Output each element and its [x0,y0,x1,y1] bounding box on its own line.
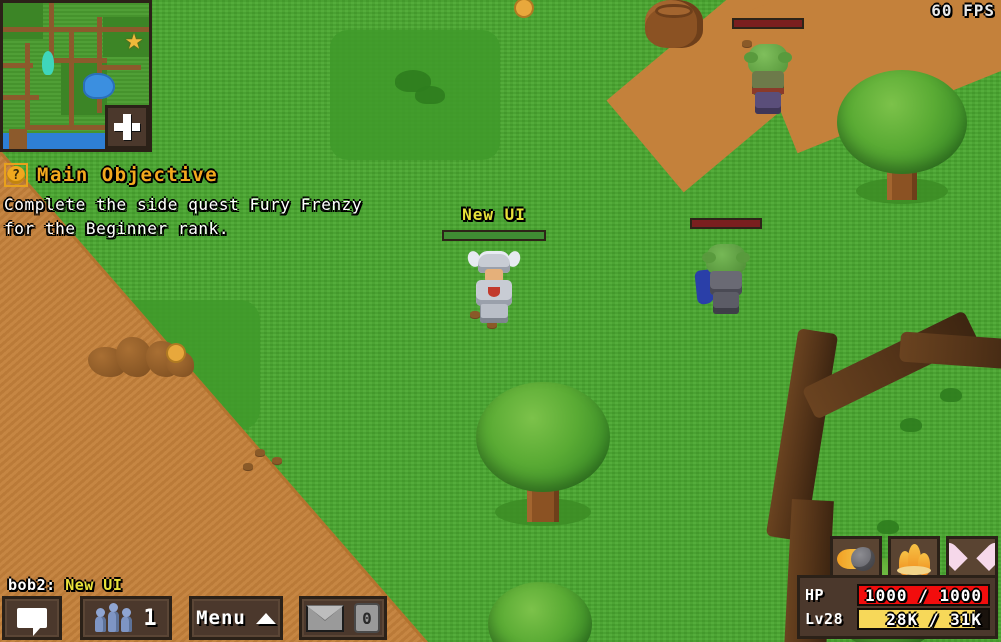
chevron-up-icon [255,612,276,624]
question-mark-icon: ? [4,163,28,187]
game-viewport[interactable]: New UI 60 FPS ? Main Objective Complete … [0,0,1001,642]
minimap-expand-button[interactable] [105,105,149,149]
armor-legs [480,304,508,323]
party-button[interactable]: 1 [80,596,172,640]
tree [485,582,595,642]
enemy-orc-brute[interactable] [732,18,804,134]
party-icon [95,603,133,632]
level-label: Lv28 [805,610,844,628]
enemy-health-fill [734,20,802,27]
pebble [243,463,253,470]
xp-value: 28K / 31K [886,609,982,629]
quest-tracker[interactable]: ? Main Objective Complete the side quest… [4,163,374,241]
menu-button[interactable]: Menu [189,596,283,640]
mail-count-badge: 0 [354,603,380,633]
xp-bar: 28K / 31K [857,608,990,630]
player-health-fill [444,232,544,239]
hp-bar: 1000 / 1000 [857,584,990,606]
orc-ear-left [702,252,716,263]
menu-button-label: Menu [196,607,246,629]
enemy-health-bar [690,218,762,229]
minimap-road [97,65,141,70]
pebble [255,449,265,456]
enemy-orc-caped[interactable] [690,218,762,334]
stat-panel: HP 1000 / 1000 Lv28 28K / 31K [797,575,998,639]
orc-head [744,44,792,74]
plus-icon [123,114,131,140]
chat-log-line: bob2: New UI [8,576,122,594]
orc-ear-right [778,52,792,63]
tree [473,382,613,526]
tree-stump [645,0,703,48]
party-count: 1 [143,605,157,631]
question-mark-glyph: ? [7,166,25,184]
quest-title: Main Objective [37,164,219,186]
minimap[interactable]: ★ [0,0,152,152]
orc-ear-left [744,52,758,63]
heart-icon [955,544,989,574]
chat-author: bob2: [8,576,56,594]
enemy-sprite [740,44,796,116]
quest-header: ? Main Objective [4,163,374,187]
pebble [272,457,282,464]
grass-tuft [877,520,899,534]
chat-message: New UI [65,576,123,594]
player-character[interactable]: New UI [442,205,546,327]
armor-chest-emblem [488,287,500,297]
orc-legs [755,92,781,114]
orc-head [702,244,750,274]
grass-tuft [940,388,962,402]
grass-tuft [900,418,922,432]
envelope-icon [306,604,344,632]
hp-row: HP 1000 / 1000 [805,584,990,606]
speech-bubble-icon [17,608,47,636]
minimap-road [25,43,30,129]
minimap-bridge [9,129,27,149]
player-name-tag: New UI [462,205,526,224]
fps-counter: 60 FPS [931,1,995,20]
minimap-forest [3,3,43,39]
flower [516,0,532,16]
quest-description: Complete the side quest Fury Frenzy for … [4,195,363,238]
fire-icon [897,543,931,575]
enemy-sprite [694,244,754,316]
enemy-health-bar [732,18,804,29]
hp-value: 1000 / 1000 [865,585,982,605]
minimap-road [69,27,74,129]
xp-row: Lv28 28K / 31K [805,608,990,630]
minimap-player-marker [42,51,54,75]
player-sprite [465,249,523,323]
enemy-health-fill [692,220,760,227]
flower [168,345,184,361]
player-health-bar [442,230,546,241]
minimap-road [3,63,33,68]
tree [832,70,972,204]
hp-label: HP [805,586,825,604]
meteor-icon [837,544,875,574]
minimap-pond [83,73,115,99]
orc-legs [713,292,739,314]
chat-button[interactable] [2,596,62,640]
mail-button[interactable]: 0 [299,596,387,640]
minimap-road [3,95,39,100]
orc-ear-right [736,252,750,263]
grass-tuft [415,86,445,104]
